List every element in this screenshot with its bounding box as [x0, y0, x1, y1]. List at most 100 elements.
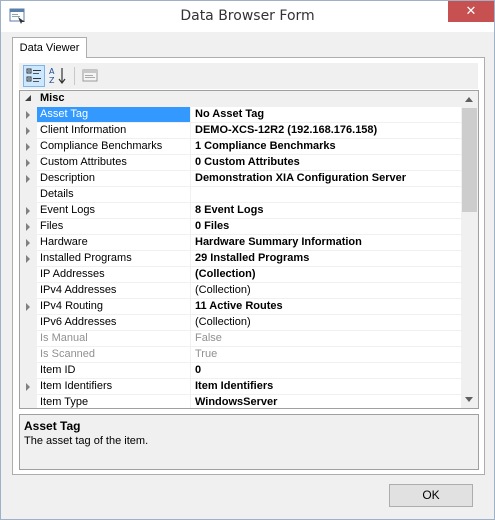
property-name[interactable]: IPv6 Addresses: [37, 315, 191, 331]
property-value[interactable]: True: [191, 347, 461, 363]
property-row[interactable]: IPv4 Routing 11 Active Routes: [20, 299, 461, 315]
property-row[interactable]: IPv4 Addresses (Collection): [20, 283, 461, 299]
property-value[interactable]: No Asset Tag: [191, 107, 461, 123]
scroll-down-arrow-icon[interactable]: [461, 391, 478, 408]
help-description: The asset tag of the item.: [24, 435, 149, 447]
property-value[interactable]: 0 Custom Attributes: [191, 155, 461, 171]
ok-button[interactable]: OK: [389, 484, 473, 507]
property-name[interactable]: Asset Tag: [37, 107, 191, 123]
row-gutter: [20, 235, 37, 251]
property-row[interactable]: Is Scanned True: [20, 347, 461, 363]
property-row[interactable]: Is Manual False: [20, 331, 461, 347]
tab-data-viewer[interactable]: Data Viewer: [12, 37, 87, 58]
property-row[interactable]: IPv6 Addresses (Collection): [20, 315, 461, 331]
property-value[interactable]: Hardware Summary Information: [191, 235, 461, 251]
property-value[interactable]: 11 Active Routes: [191, 299, 461, 315]
property-pages-icon: [82, 69, 98, 82]
help-panel: Asset Tag The asset tag of the item.: [19, 414, 479, 470]
property-value[interactable]: 8 Event Logs: [191, 203, 461, 219]
property-value[interactable]: Item Identifiers: [191, 379, 461, 395]
close-button[interactable]: ✕: [448, 1, 494, 22]
row-gutter: [20, 123, 37, 139]
property-row[interactable]: Asset Tag No Asset Tag: [20, 107, 461, 123]
property-row[interactable]: Client Information DEMO-XCS-12R2 (192.168…: [20, 123, 461, 139]
property-name[interactable]: Is Scanned: [37, 347, 191, 363]
property-row[interactable]: Files 0 Files: [20, 219, 461, 235]
property-value[interactable]: WindowsServer: [191, 395, 461, 408]
row-gutter: [20, 251, 37, 267]
property-value[interactable]: (Collection): [191, 283, 461, 299]
row-gutter: [20, 171, 37, 187]
expand-arrow-icon[interactable]: [26, 207, 30, 215]
row-gutter: [20, 331, 37, 347]
property-value[interactable]: 1 Compliance Benchmarks: [191, 139, 461, 155]
svg-text:A: A: [49, 67, 55, 76]
property-value[interactable]: (Collection): [191, 315, 461, 331]
property-pages-button[interactable]: [79, 65, 101, 87]
property-value[interactable]: 0 Files: [191, 219, 461, 235]
property-name[interactable]: Item Identifiers: [37, 379, 191, 395]
row-gutter: [20, 283, 37, 299]
property-name[interactable]: Hardware: [37, 235, 191, 251]
property-name[interactable]: Files: [37, 219, 191, 235]
property-name[interactable]: Item ID: [37, 363, 191, 379]
property-row[interactable]: IP Addresses (Collection): [20, 267, 461, 283]
expand-arrow-icon[interactable]: [26, 383, 30, 391]
property-row[interactable]: Item ID 0: [20, 363, 461, 379]
property-row[interactable]: Item Identifiers Item Identifiers: [20, 379, 461, 395]
property-name[interactable]: Item Type: [37, 395, 191, 408]
property-name[interactable]: Is Manual: [37, 331, 191, 347]
category-row-misc[interactable]: Misc: [20, 91, 461, 107]
row-gutter: [20, 187, 37, 203]
help-title: Asset Tag: [24, 419, 81, 433]
scroll-up-arrow-icon[interactable]: [461, 91, 478, 108]
property-row[interactable]: Event Logs 8 Event Logs: [20, 203, 461, 219]
expand-arrow-icon[interactable]: [26, 303, 30, 311]
vertical-scrollbar[interactable]: [461, 91, 478, 408]
property-row[interactable]: Custom Attributes 0 Custom Attributes: [20, 155, 461, 171]
property-name[interactable]: IPv4 Addresses: [37, 283, 191, 299]
expand-arrow-icon[interactable]: [26, 143, 30, 151]
toolbar-separator: [74, 67, 75, 85]
property-value[interactable]: DEMO-XCS-12R2 (192.168.176.158): [191, 123, 461, 139]
close-icon: ✕: [465, 4, 477, 19]
property-name[interactable]: Compliance Benchmarks: [37, 139, 191, 155]
expand-arrow-icon[interactable]: [26, 159, 30, 167]
svg-text:Z: Z: [49, 76, 55, 85]
row-gutter: [20, 395, 37, 408]
property-name[interactable]: Installed Programs: [37, 251, 191, 267]
expand-arrow-icon[interactable]: [26, 175, 30, 183]
property-name[interactable]: IP Addresses: [37, 267, 191, 283]
property-name[interactable]: Description: [37, 171, 191, 187]
collapse-arrow-icon[interactable]: [25, 95, 31, 101]
property-row[interactable]: Details: [20, 187, 461, 203]
property-value[interactable]: (Collection): [191, 267, 461, 283]
expand-arrow-icon[interactable]: [26, 127, 30, 135]
property-row[interactable]: Description Demonstration XIA Configurati…: [20, 171, 461, 187]
expand-arrow-icon[interactable]: [26, 223, 30, 231]
property-name[interactable]: Event Logs: [37, 203, 191, 219]
property-name[interactable]: Custom Attributes: [37, 155, 191, 171]
property-grid-toolbar: A Z: [19, 63, 478, 89]
property-name[interactable]: IPv4 Routing: [37, 299, 191, 315]
property-name[interactable]: Client Information: [37, 123, 191, 139]
property-value[interactable]: 0: [191, 363, 461, 379]
property-row[interactable]: Item Type WindowsServer: [20, 395, 461, 408]
expand-arrow-icon[interactable]: [26, 111, 30, 119]
categorized-button[interactable]: [23, 65, 45, 87]
property-row[interactable]: Compliance Benchmarks 1 Compliance Benchm…: [20, 139, 461, 155]
property-row[interactable]: Hardware Hardware Summary Information: [20, 235, 461, 251]
property-value[interactable]: False: [191, 331, 461, 347]
property-value[interactable]: [191, 187, 461, 203]
scrollbar-thumb[interactable]: [462, 108, 477, 212]
expand-arrow-icon[interactable]: [26, 255, 30, 263]
property-name[interactable]: Details: [37, 187, 191, 203]
title-bar: Data Browser Form ✕: [1, 1, 494, 32]
property-value[interactable]: 29 Installed Programs: [191, 251, 461, 267]
row-gutter: [20, 315, 37, 331]
property-value[interactable]: Demonstration XIA Configuration Server: [191, 171, 461, 187]
expand-arrow-icon[interactable]: [26, 239, 30, 247]
category-label: Misc: [40, 92, 65, 104]
property-row[interactable]: Installed Programs 29 Installed Programs: [20, 251, 461, 267]
alphabetical-sort-button[interactable]: A Z: [47, 65, 69, 87]
